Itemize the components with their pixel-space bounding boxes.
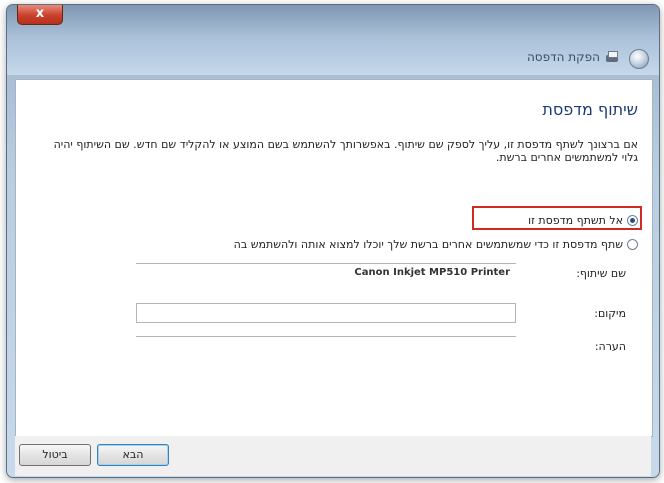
share-name-input[interactable]: Canon Inkjet MP510 Printer xyxy=(136,263,516,281)
location-label: מיקום: xyxy=(594,307,626,320)
page-description: אם ברצונך לשתף מדפסת זו, עליך לספק שם שי… xyxy=(53,138,638,164)
cancel-button[interactable]: ביטול xyxy=(19,444,91,466)
close-icon: x xyxy=(35,6,45,21)
next-button[interactable]: הבא xyxy=(97,444,169,466)
radio-button-unselected[interactable] xyxy=(627,239,638,250)
wizard-content: שיתוף מדפסת אם ברצונך לשתף מדפסת זו, עלי… xyxy=(15,79,653,437)
close-button[interactable]: x xyxy=(17,5,63,25)
printer-icon xyxy=(605,51,619,63)
title-bar: x הפקת הדפסה xyxy=(7,5,659,75)
add-printer-window: x הפקת הדפסה שיתוף מדפסת אם ברצונך לשתף … xyxy=(6,4,660,478)
comment-label: הערה: xyxy=(594,340,626,353)
radio-share[interactable]: שתף מדפסת זו כדי שמשתמשים אחרים ברשת שלך… xyxy=(234,238,638,251)
highlight-annotation xyxy=(472,206,642,230)
page-title: שיתוף מדפסת xyxy=(542,100,638,119)
window-title: הפקת הדפסה xyxy=(527,50,619,64)
help-icon[interactable] xyxy=(629,49,649,69)
radio-share-label: שתף מדפסת זו כדי שמשתמשים אחרים ברשת שלך… xyxy=(233,238,623,251)
location-input[interactable] xyxy=(136,303,516,323)
share-name-label: שם שיתוף: xyxy=(576,267,626,280)
wizard-footer: הבא ביטול xyxy=(15,436,651,476)
window-title-text: הפקת הדפסה xyxy=(526,50,600,64)
comment-input[interactable] xyxy=(136,336,516,337)
